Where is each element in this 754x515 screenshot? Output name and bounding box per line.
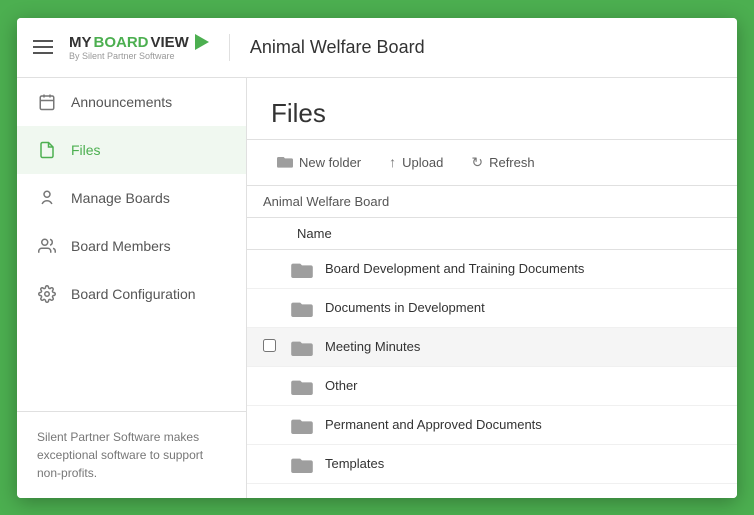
- header-board-name: Animal Welfare Board: [250, 37, 425, 58]
- app-window: MY BOARD VIEW By Silent Partner Software…: [17, 18, 737, 498]
- folder-icon: [291, 455, 313, 473]
- calendar-icon: [37, 92, 57, 112]
- file-name: Meeting Minutes: [325, 339, 420, 354]
- folder-icon: [291, 377, 313, 395]
- logo-arrow-icon: [195, 34, 209, 50]
- files-table: Board Development and Training Documents…: [247, 250, 737, 498]
- sidebar-label-announcements: Announcements: [71, 94, 172, 110]
- file-icon: [37, 140, 57, 160]
- sidebar-item-board-configuration[interactable]: Board Configuration: [17, 270, 246, 318]
- sidebar-label-board-configuration: Board Configuration: [71, 286, 196, 302]
- sidebar-nav: Announcements Files Manage Boards: [17, 78, 246, 411]
- refresh-icon: ↻: [471, 154, 483, 171]
- new-folder-button[interactable]: New folder: [263, 148, 375, 177]
- upload-icon: ↑: [389, 154, 396, 170]
- footer-text: Silent Partner Software makes exceptiona…: [37, 430, 203, 480]
- sidebar-footer: Silent Partner Software makes exceptiona…: [17, 411, 246, 498]
- folder-icon: [291, 338, 313, 356]
- gear-icon: [37, 284, 57, 304]
- new-folder-label: New folder: [299, 155, 361, 170]
- upload-label: Upload: [402, 155, 443, 170]
- sidebar-item-files[interactable]: Files: [17, 126, 246, 174]
- files-section-header: Animal Welfare Board: [247, 186, 737, 218]
- section-label: Animal Welfare Board: [263, 194, 389, 209]
- logo-block: MY BOARD VIEW By Silent Partner Software: [69, 34, 209, 61]
- logo-view: VIEW: [151, 34, 189, 51]
- table-row[interactable]: Board Development and Training Documents: [247, 250, 737, 289]
- folder-icon: [291, 416, 313, 434]
- sidebar: Announcements Files Manage Boards: [17, 78, 247, 498]
- people-icon: [37, 236, 57, 256]
- table-row[interactable]: Documents in Development: [247, 289, 737, 328]
- page-title: Files: [271, 98, 713, 129]
- main-layout: Announcements Files Manage Boards: [17, 78, 737, 498]
- table-row[interactable]: Permanent and Approved Documents: [247, 406, 737, 445]
- file-name: Permanent and Approved Documents: [325, 417, 542, 432]
- folder-icon: [291, 260, 313, 278]
- upload-button[interactable]: ↑ Upload: [375, 148, 457, 176]
- table-row[interactable]: Templates: [247, 445, 737, 484]
- sidebar-label-board-members: Board Members: [71, 238, 171, 254]
- col-header-name: Name: [297, 226, 332, 241]
- refresh-label: Refresh: [489, 155, 535, 170]
- file-name: Templates: [325, 456, 384, 471]
- sidebar-item-manage-boards[interactable]: Manage Boards: [17, 174, 246, 222]
- table-row[interactable]: Other: [247, 367, 737, 406]
- sidebar-label-manage-boards: Manage Boards: [71, 190, 170, 206]
- board-icon: [37, 188, 57, 208]
- folder-icon: [277, 154, 293, 171]
- file-name: Other: [325, 378, 358, 393]
- logo-tagline: By Silent Partner Software: [69, 51, 175, 61]
- sidebar-item-board-members[interactable]: Board Members: [17, 222, 246, 270]
- row-checkbox-area[interactable]: [263, 339, 291, 355]
- refresh-button[interactable]: ↻ Refresh: [457, 148, 548, 177]
- files-col-header: Name: [247, 218, 737, 250]
- header: MY BOARD VIEW By Silent Partner Software…: [17, 18, 737, 78]
- file-name: Board Development and Training Documents: [325, 261, 584, 276]
- table-row[interactable]: Meeting Minutes: [247, 328, 737, 367]
- content-area: Files New folder ↑ Upload ↻ Refresh: [247, 78, 737, 498]
- logo-my: MY: [69, 34, 92, 51]
- row-checkbox[interactable]: [263, 339, 276, 352]
- sidebar-label-files: Files: [71, 142, 101, 158]
- content-header: Files: [247, 78, 737, 139]
- sidebar-item-announcements[interactable]: Announcements: [17, 78, 246, 126]
- logo-board: BOARD: [94, 34, 149, 51]
- logo-area: MY BOARD VIEW By Silent Partner Software: [69, 34, 230, 61]
- menu-icon[interactable]: [33, 40, 53, 54]
- file-name: Documents in Development: [325, 300, 485, 315]
- folder-icon: [291, 299, 313, 317]
- toolbar: New folder ↑ Upload ↻ Refresh: [247, 139, 737, 186]
